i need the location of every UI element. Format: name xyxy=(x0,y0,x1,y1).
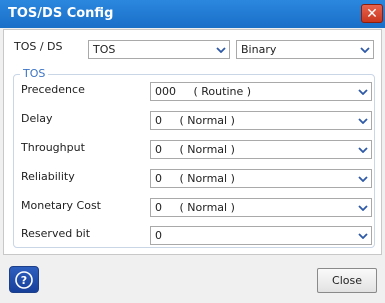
chevron-down-icon xyxy=(355,83,371,100)
chevron-down-icon xyxy=(355,141,371,158)
chevron-down-icon xyxy=(355,199,371,216)
reserved-bit-select[interactable]: 0 xyxy=(150,226,372,245)
delay-value: 0 xyxy=(155,114,162,127)
precedence-desc: ( Routine ) xyxy=(193,85,252,98)
delay-desc: ( Normal ) xyxy=(179,114,235,127)
reliability-select[interactable]: 0 ( Normal ) xyxy=(150,169,372,188)
help-glyph: ? xyxy=(21,274,27,287)
chevron-down-icon xyxy=(355,170,371,187)
reliability-value: 0 xyxy=(155,172,162,185)
config-panel: TOS / DS TOS Binary TOS Precedence 000 (… xyxy=(3,29,382,255)
tosds-format-value: Binary xyxy=(241,43,277,56)
reliability-label: Reliability xyxy=(21,170,75,183)
tosds-label: TOS / DS xyxy=(14,40,63,53)
tosds-mode-select[interactable]: TOS xyxy=(88,40,230,59)
monetary-cost-select[interactable]: 0 ( Normal ) xyxy=(150,198,372,217)
close-button[interactable]: Close xyxy=(317,268,377,293)
help-icon: ? xyxy=(15,270,33,289)
delay-label: Delay xyxy=(21,112,53,125)
close-icon[interactable]: ✕ xyxy=(361,4,383,23)
monetary-cost-desc: ( Normal ) xyxy=(179,201,235,214)
delay-select[interactable]: 0 ( Normal ) xyxy=(150,111,372,130)
chevron-down-icon xyxy=(357,41,373,58)
chevron-down-icon xyxy=(213,41,229,58)
dialog-title: TOS/DS Config xyxy=(8,6,114,21)
monetary-cost-value: 0 xyxy=(155,201,162,214)
precedence-label: Precedence xyxy=(21,83,85,96)
chevron-down-icon xyxy=(355,227,371,244)
title-bar: TOS/DS Config ✕ xyxy=(0,0,385,28)
reserved-bit-value: 0 xyxy=(155,229,162,242)
help-button[interactable]: ? xyxy=(9,266,39,293)
throughput-value: 0 xyxy=(155,143,162,156)
tosds-config-dialog: TOS/DS Config ✕ TOS / DS TOS Binary TOS … xyxy=(0,0,385,303)
reliability-desc: ( Normal ) xyxy=(179,172,235,185)
throughput-label: Throughput xyxy=(21,141,85,154)
tosds-format-select[interactable]: Binary xyxy=(236,40,374,59)
close-button-label: Close xyxy=(332,274,362,287)
precedence-select[interactable]: 000 ( Routine ) xyxy=(150,82,372,101)
throughput-desc: ( Normal ) xyxy=(179,143,235,156)
throughput-select[interactable]: 0 ( Normal ) xyxy=(150,140,372,159)
chevron-down-icon xyxy=(355,112,371,129)
reserved-bit-label: Reserved bit xyxy=(21,227,91,240)
precedence-value: 000 xyxy=(155,85,176,98)
tosds-mode-value: TOS xyxy=(93,43,116,56)
tos-group-title: TOS xyxy=(20,67,49,80)
monetary-cost-label: Monetary Cost xyxy=(21,199,101,212)
